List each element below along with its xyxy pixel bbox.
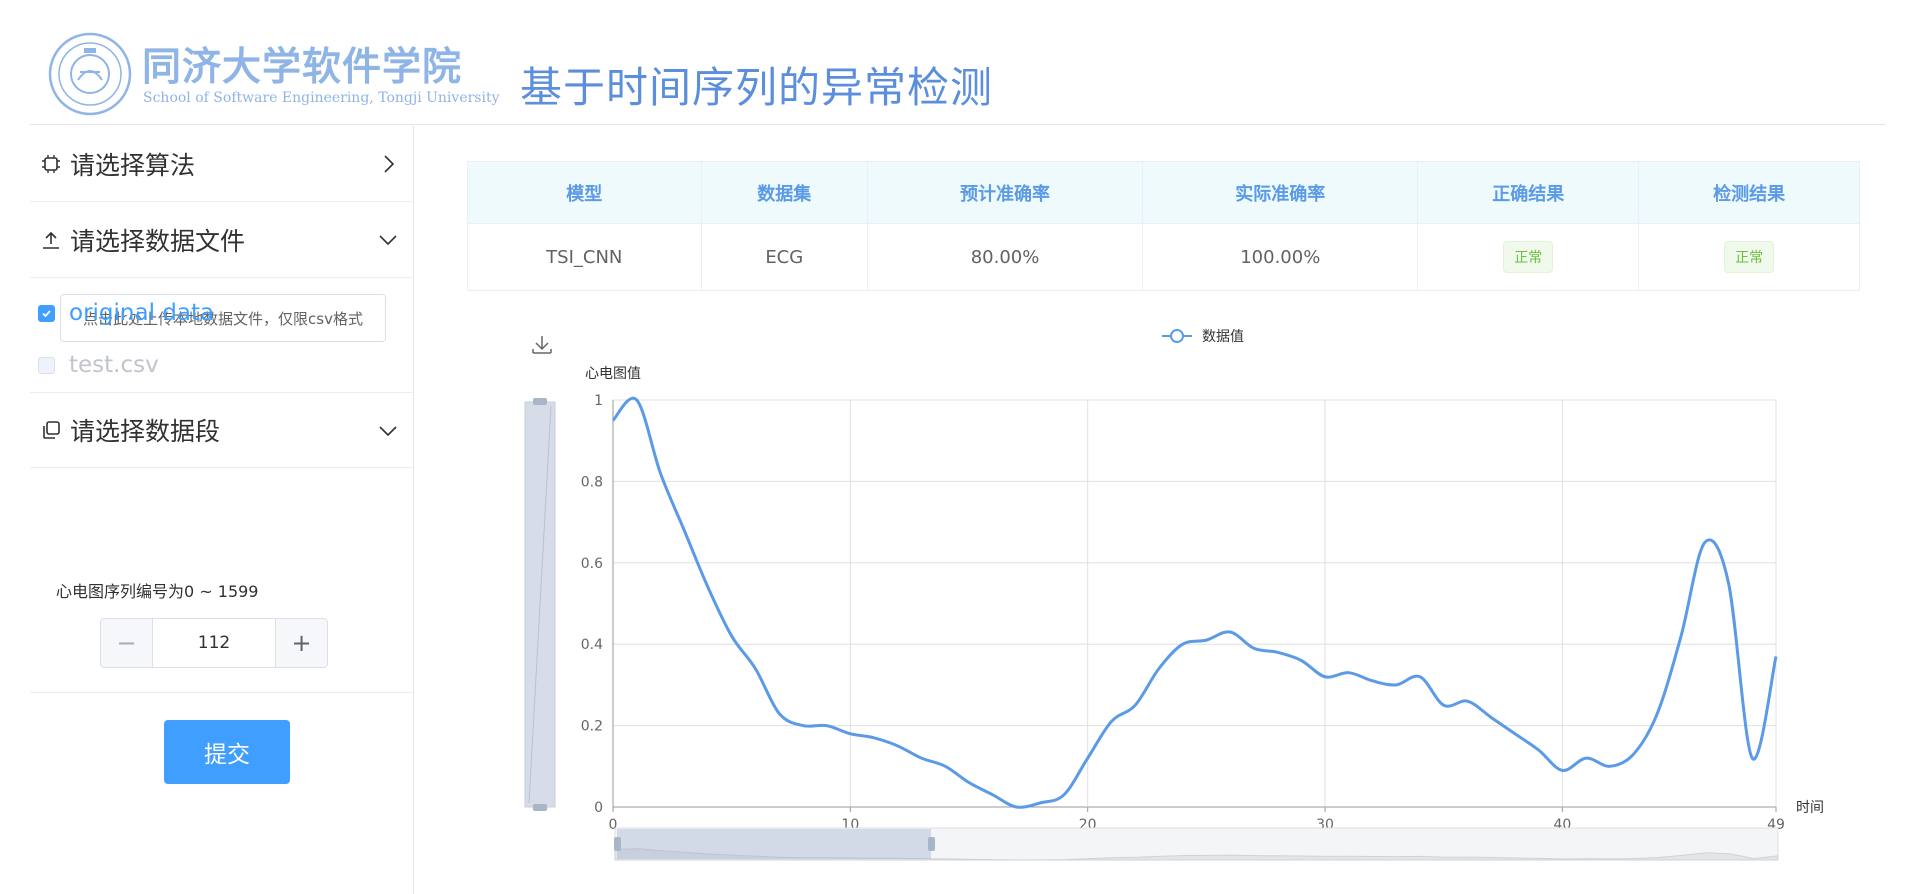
- y-zoom-handle-bottom: [533, 804, 547, 811]
- file-option-original-data[interactable]: original data: [38, 300, 214, 326]
- legend-label: 数据值: [1202, 329, 1244, 345]
- table-header-row: 模型 数据集 预计准确率 实际准确率 正确结果 检测结果: [467, 161, 1860, 224]
- file-option-label: original data: [69, 300, 215, 326]
- cell-model: TSI_CNN: [467, 223, 702, 291]
- copy-icon: [40, 419, 62, 441]
- sequence-number-stepper: − 112 +: [100, 618, 328, 668]
- menu-select-data-file-label: 请选择数据文件: [70, 226, 246, 256]
- decrement-button[interactable]: −: [101, 619, 153, 667]
- chevron-right-icon: [384, 155, 395, 173]
- file-option-test-csv[interactable]: test.csv: [38, 352, 159, 378]
- y-tick-label: 0.2: [581, 719, 603, 735]
- y-zoom-handle-top: [533, 398, 547, 405]
- header-expected-accuracy: 预计准确率: [867, 161, 1144, 224]
- series-line: [611, 396, 1778, 809]
- increment-button[interactable]: +: [275, 619, 327, 667]
- menu-select-data-file[interactable]: 请选择数据文件: [30, 202, 414, 278]
- header-model: 模型: [467, 161, 702, 224]
- checkbox-checked[interactable]: [38, 304, 55, 322]
- legend-marker: [1170, 329, 1184, 343]
- checkbox-unchecked[interactable]: [38, 356, 55, 374]
- y-tick-label: 0.4: [581, 637, 603, 653]
- submit-button[interactable]: 提交: [164, 720, 290, 784]
- header: 同济大学软件学院 School of Software Engineering,…: [30, 0, 1885, 125]
- y-tick-label: 0: [594, 800, 603, 816]
- sequence-range-text: 心电图序列编号为0 ~ 1599: [56, 582, 259, 601]
- cell-detection-result: 正常: [1638, 223, 1860, 291]
- sidebar: 请选择算法 请选择数据文件 点击此处上传本地数据文件，仅限csv格式 origi…: [30, 126, 414, 894]
- cell-actual-accuracy: 100.00%: [1142, 223, 1419, 291]
- x-zoom-selection: [617, 829, 932, 859]
- header-detection-result: 检测结果: [1638, 161, 1860, 224]
- menu-select-data-segment[interactable]: 请选择数据段: [30, 392, 414, 468]
- logo-english-text: School of Software Engineering, Tongji U…: [143, 90, 500, 106]
- header-correct-result: 正确结果: [1417, 161, 1640, 224]
- upload-icon: [40, 229, 62, 251]
- y-tick-label: 1: [594, 393, 603, 409]
- x-zoom-handle-left: [614, 837, 621, 851]
- file-option-label: test.csv: [69, 352, 159, 378]
- header-actual-accuracy: 实际准确率: [1142, 161, 1419, 224]
- status-badge: 正常: [1503, 241, 1554, 273]
- menu-select-algorithm-label: 请选择算法: [70, 150, 196, 180]
- y-tick-label: 0.8: [581, 474, 603, 490]
- page-title: 基于时间序列的异常检测: [520, 63, 994, 112]
- y-axis-title: 心电图值: [585, 366, 641, 382]
- x-zoom-handle-right: [928, 837, 936, 851]
- cell-expected-accuracy: 80.00%: [867, 223, 1144, 291]
- divider: [30, 692, 414, 693]
- tongji-seal-icon: [48, 32, 132, 116]
- menu-select-algorithm[interactable]: 请选择算法: [30, 126, 414, 202]
- table-row: TSI_CNN ECG 80.00% 100.00% 正常 正常: [467, 223, 1860, 291]
- chevron-down-icon: [379, 235, 397, 246]
- header-dataset: 数据集: [701, 161, 868, 224]
- status-badge: 正常: [1724, 241, 1775, 273]
- x-axis-title: 时间: [1796, 800, 1824, 816]
- cpu-icon: [40, 153, 62, 175]
- chart-svg: 00.20.40.60.810 10 20 30 40 49心电图值时间数据值: [524, 329, 1824, 861]
- chevron-down-icon: [379, 426, 397, 437]
- line-chart: 0 0.2 0.4 0.6 0.8 1 0 10 20 30 40 49 心电图值 时间 数据值: [500, 320, 1880, 894]
- menu-select-data-segment-label: 请选择数据段: [70, 417, 221, 446]
- sequence-number-input[interactable]: 112: [153, 619, 275, 667]
- cell-dataset: ECG: [701, 223, 868, 291]
- result-table: 模型 数据集 预计准确率 实际准确率 正确结果 检测结果 TSI_CNN ECG…: [467, 161, 1860, 291]
- cell-correct-result: 正常: [1417, 223, 1640, 291]
- y-tick-label: 0.6: [581, 556, 603, 572]
- logo-chinese-text: 同济大学软件学院: [142, 45, 463, 90]
